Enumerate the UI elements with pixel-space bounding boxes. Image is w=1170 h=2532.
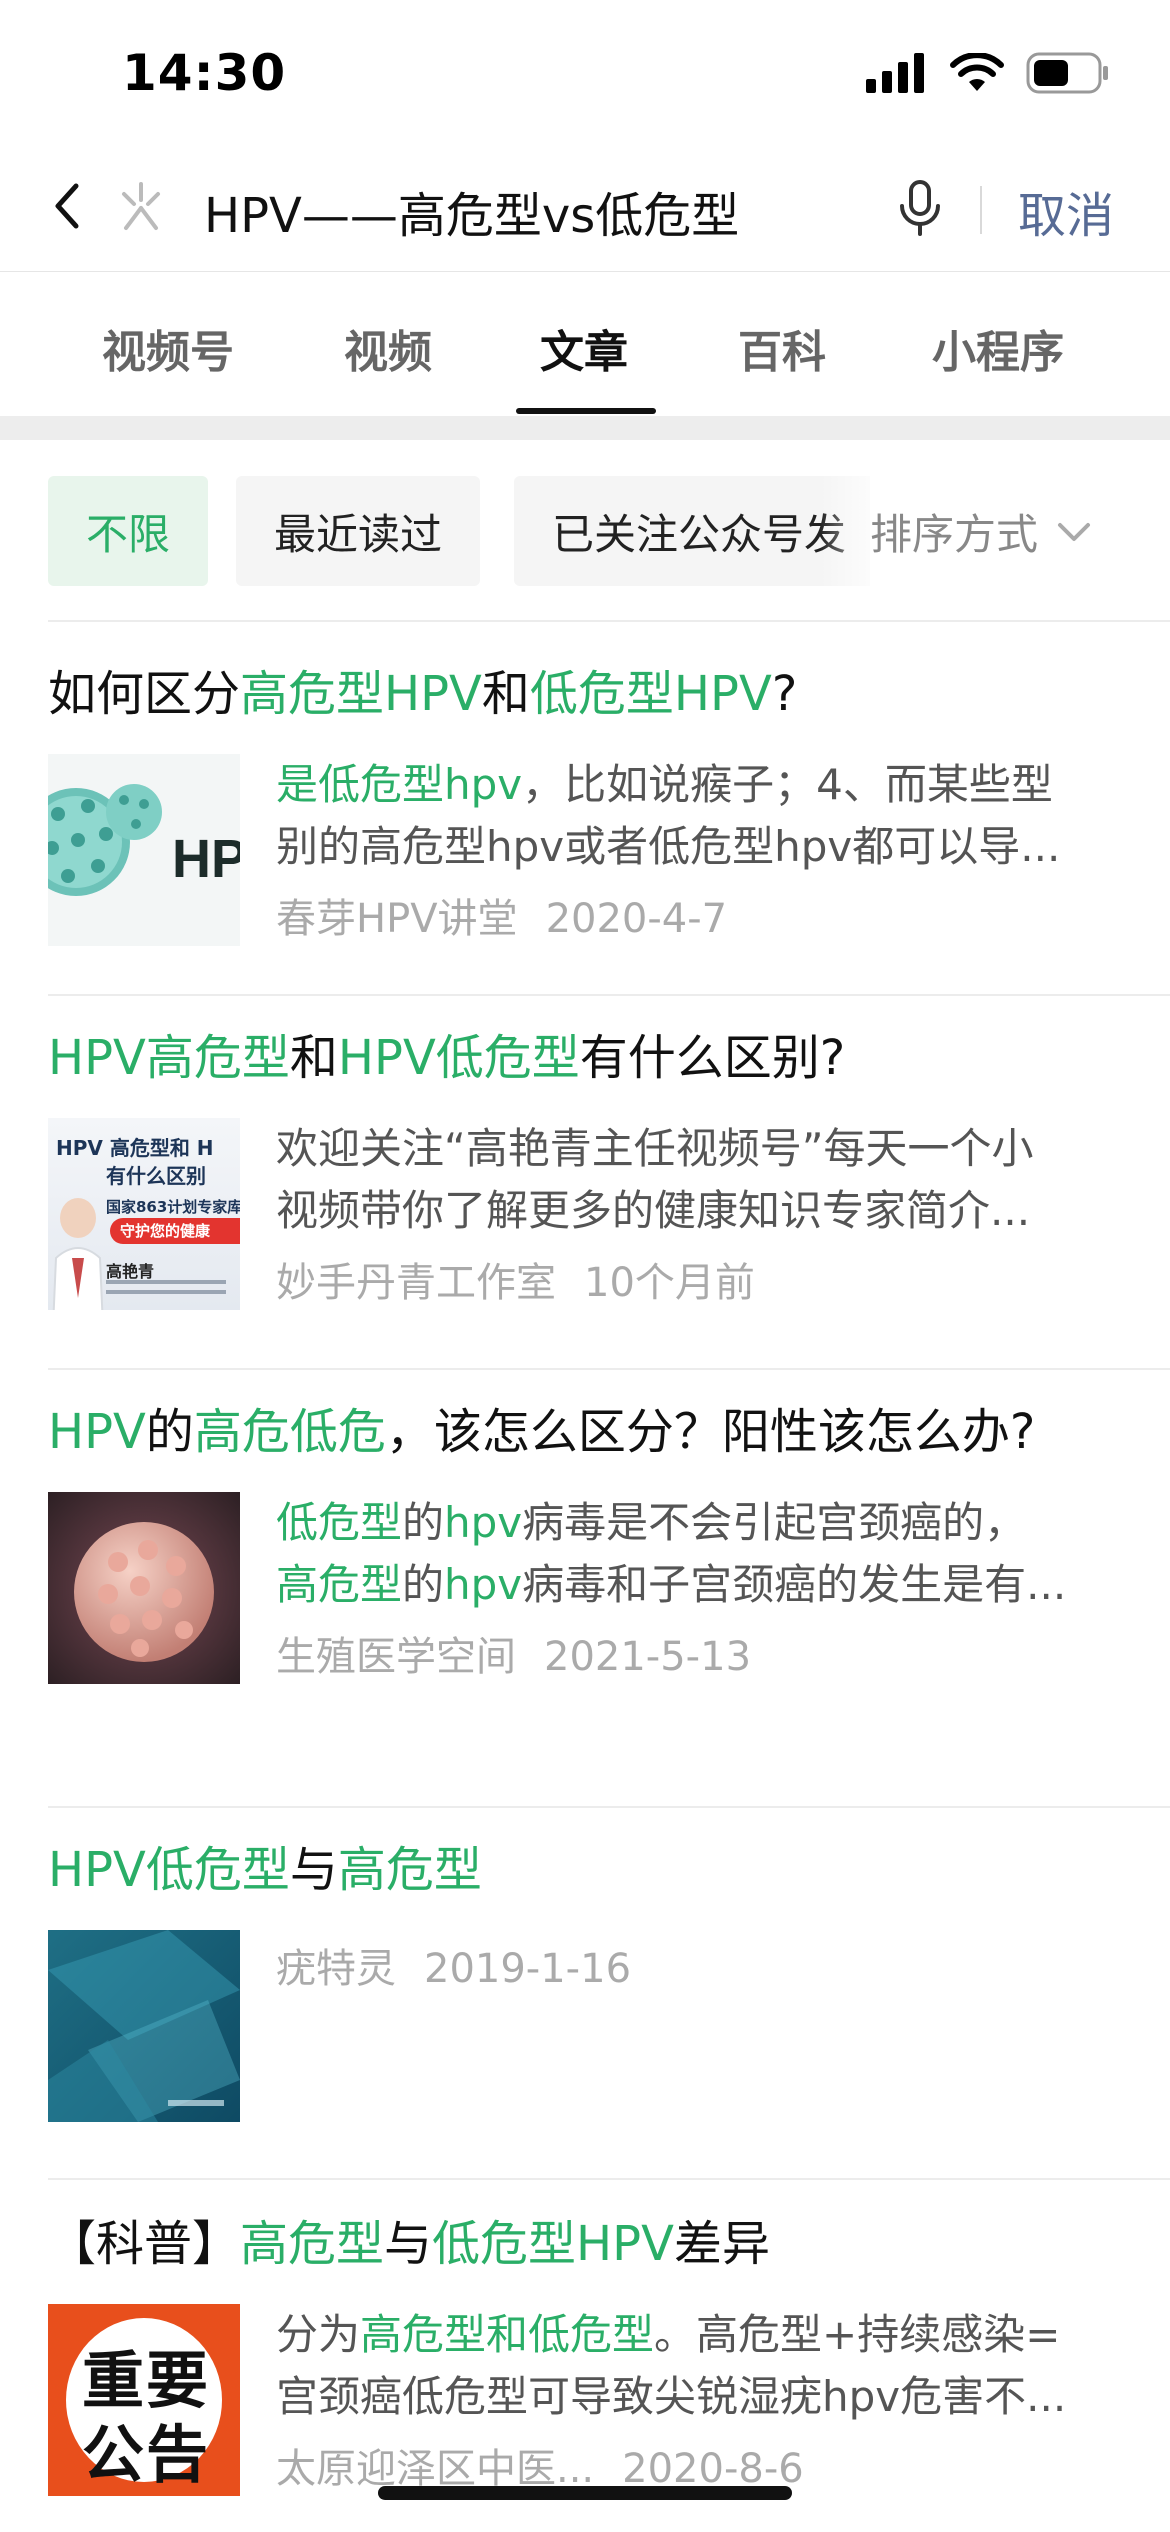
category-tabs: 视频号 视频 文章 百科 小程序 [0,272,1170,416]
keyword-highlight: 低危型HPV [432,2216,674,2272]
tab-channels[interactable]: 视频号 [102,316,234,380]
thumbnail-text: 高艳青 [106,1262,155,1281]
microphone-icon [900,180,940,236]
keyword-highlight: 高危型 [240,2216,385,2272]
back-button[interactable] [40,176,100,236]
result-item[interactable]: HPV的高危低危，该怎么区分？阳性该怎么办? 低危型的hpv病毒是不会引起宫颈癌… [48,1398,1170,1808]
keyword-highlight: HPV [48,1404,146,1460]
result-thumbnail [48,1492,240,1684]
result-title: HPV低危型与高危型 [48,1842,482,1898]
thumbnail-text: 公告 [81,2418,210,2491]
keyword-highlight: 高危型 [337,1842,482,1898]
result-source[interactable]: 生殖医学空间 [276,1634,516,1680]
keyword-highlight: 高危低危 [193,1404,386,1460]
result-date: 10个月前 [584,1260,755,1306]
chevron-down-icon [1058,523,1091,541]
result-thumbnail: HP [48,754,240,946]
result-item[interactable]: 【科普】高危型与低危型HPV差异 重要 公告 分为高危型和低危型。高危型+持续感… [48,2210,1170,2532]
result-snippet: 低危型的hpv病毒是不会引起宫颈癌的， 高危型的hpv病毒和子宫颈癌的发生是有.… [276,1498,1067,1609]
tab-encyclopedia[interactable]: 百科 [738,316,826,380]
status-bar: 14:30 [0,0,1170,150]
tab-articles[interactable]: 文章 [540,316,628,380]
signal-icon [866,53,924,93]
result-title: 【科普】高危型与低危型HPV差异 [48,2216,770,2272]
voice-input-button[interactable] [892,178,948,238]
keyword-highlight: 低危型HPV [529,666,772,722]
keyword-highlight: 高危型和低危型 [360,2310,655,2359]
result-snippet: 是低危型hpv，比如说瘊子；4、而某些型 别的高危型hpv或者低危型hpv都可以… [276,760,1061,871]
home-indicator[interactable] [378,2486,792,2500]
sort-label: 排序方式 [870,509,1039,559]
thumbnail-text: 有什么区别 [106,1164,206,1188]
keyword-highlight: 是低危型hpv [276,760,523,809]
thumbnail-text: HPV 高危型和 H [56,1136,214,1160]
wifi-icon [950,53,1004,91]
keyword-highlight: hpv [444,1560,523,1609]
keyword-highlight: HPV低危型 [48,1842,290,1898]
keyword-highlight: 高危型HPV [240,666,482,722]
result-snippet: 分为高危型和低危型。高危型+持续感染= 宫颈癌低危型可导致尖锐湿疣hpv危害不.… [276,2310,1067,2421]
keyword-highlight: HPV高危型 [48,1030,290,1086]
filter-chip-all[interactable]: 不限 [48,476,209,586]
result-meta: 疣特灵 2019-1-16 [276,1936,631,1994]
cancel-button[interactable]: 取消 [1018,176,1114,246]
result-thumbnail [48,1930,240,2122]
thumbnail-text: 国家863计划专家库 [106,1198,240,1216]
result-date: 2020-4-7 [545,896,728,942]
result-date: 2019-1-16 [424,1946,632,1992]
result-meta: 春芽HPV讲堂 2020-4-7 [276,886,727,944]
keyword-highlight: 高危型 [276,1560,403,1609]
result-item[interactable]: HPV高危型和HPV低危型有什么区别? HPV 高危型和 H 有什么区别 国家8… [48,1024,1170,1370]
result-source[interactable]: 妙手丹青工作室 [276,1260,556,1306]
search-input[interactable]: HPV——高危型vs低危型 [204,176,739,246]
battery-icon [1026,52,1108,94]
result-title: HPV的高危低危，该怎么区分？阳性该怎么办? [48,1404,1036,1460]
filter-divider [48,620,1170,622]
chevron-left-icon [55,183,79,229]
status-time: 14:30 [122,44,287,102]
result-thumbnail: 重要 公告 [48,2304,240,2496]
keyword-highlight: hpv [444,1498,523,1547]
tab-videos[interactable]: 视频 [344,316,432,380]
thumbnail-text: HP [172,829,240,889]
filter-bar: 不限 最近读过 已关注公众号发 排序方式 [0,440,1170,620]
result-source[interactable]: 春芽HPV讲堂 [276,896,518,942]
result-item[interactable]: HPV低危型与高危型 疣特灵 2019-1-16 [48,1836,1170,2180]
active-tab-indicator [516,408,656,414]
filter-chip-recently-read[interactable]: 最近读过 [236,476,481,586]
wechat-search-logo-icon [112,178,170,236]
search-bar: HPV——高危型vs低危型 取消 [0,150,1170,272]
result-snippet: 欢迎关注“高艳青主任视频号”每天一个小 视频带你了解更多的健康知识专家简介... [276,1124,1034,1235]
sort-dropdown[interactable]: 排序方式 [870,476,1170,586]
search-divider [980,186,982,234]
section-separator [0,416,1170,440]
result-date: 2021-5-13 [544,1634,752,1680]
keyword-highlight: 低危型 [276,1498,403,1547]
result-meta: 妙手丹青工作室 10个月前 [276,1250,755,1308]
result-source[interactable]: 疣特灵 [276,1946,396,1992]
thumbnail-badge: 守护您的健康 [110,1218,240,1244]
result-title: HPV高危型和HPV低危型有什么区别? [48,1030,846,1086]
keyword-highlight: HPV低危型 [337,1030,580,1086]
result-item[interactable]: 如何区分高危型HPV和低危型HPV? HP 是低危型hpv，比如说瘊子；4、而某… [48,660,1170,996]
result-title: 如何区分高危型HPV和低危型HPV? [48,666,798,722]
result-thumbnail: HPV 高危型和 H 有什么区别 国家863计划专家库 守护您的健康 高艳青 [48,1118,240,1310]
result-meta: 生殖医学空间 2021-5-13 [276,1624,751,1682]
tab-mini-programs[interactable]: 小程序 [932,316,1064,380]
status-icons [866,52,1110,94]
